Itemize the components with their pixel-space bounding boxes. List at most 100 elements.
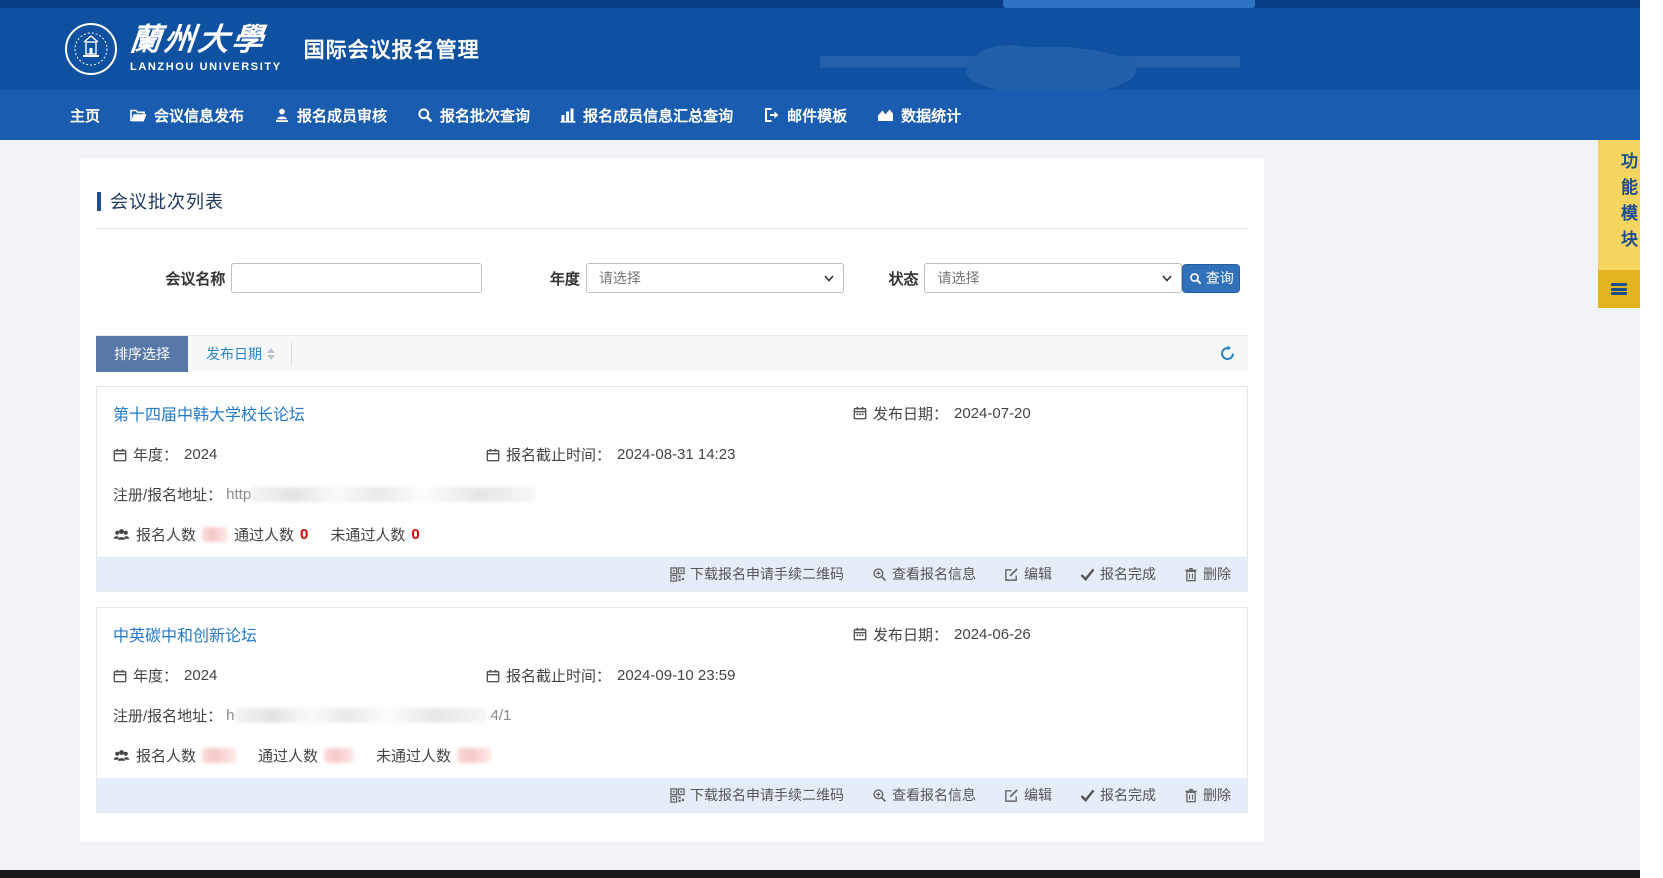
university-name-cn: 蘭州大學 [128,25,283,56]
section-title-row: 会议批次列表 [96,158,1248,228]
nav-item-home[interactable]: 主页 [70,105,100,126]
nav-item-batch-query[interactable]: 报名批次查询 [417,105,530,126]
action-registration-complete[interactable]: 报名完成 [1080,785,1156,805]
conference-title-link[interactable]: 中英碳中和创新论坛 [113,622,853,646]
applied-count-label: 报名人数 [136,524,196,545]
calendar-icon [113,448,127,462]
query-button[interactable]: 查询 [1182,264,1240,293]
bar-chart-icon [560,107,576,123]
action-label: 编辑 [1024,564,1052,584]
calendar-icon [486,448,500,462]
publish-date-value: 2024-07-20 [954,405,1031,422]
app-page: 蘭州大學 LANZHOU UNIVERSITY 国际会议报名管理 主页 会议信息… [0,0,1640,878]
redacted-failed-count [457,748,491,763]
action-delete[interactable]: 删除 [1184,785,1231,805]
nav-item-email-template[interactable]: 邮件模板 [763,105,847,126]
registration-url-prefix: h [226,707,234,724]
conference-list-panel: 会议批次列表 会议名称 年度 请选择 [80,158,1264,842]
qrcode-icon [670,788,685,803]
title-accent-bar [97,192,101,211]
redacted-url [251,487,536,502]
action-delete[interactable]: 删除 [1184,564,1231,584]
nav-item-label: 报名批次查询 [440,105,530,126]
registration-url-row: 注册/报名地址： http [113,484,1231,505]
calendar-icon [853,627,867,641]
card-action-bar: 下载报名申请手续二维码 查看报名信息 [97,778,1247,812]
action-download-qrcode[interactable]: 下载报名申请手续二维码 [670,785,844,805]
passed-count-label: 通过人数 [258,745,318,766]
nav-item-conference-publish[interactable]: 会议信息发布 [130,105,244,126]
conference-name-input[interactable] [231,263,482,293]
bottom-strip [0,870,1640,878]
nav-item-statistics[interactable]: 数据统计 [877,105,961,126]
top-strip-highlight [1003,0,1255,8]
redacted-applied-count [202,748,236,763]
area-chart-icon [877,107,894,123]
qrcode-icon [670,567,685,582]
action-label: 报名完成 [1100,564,1156,584]
year-select[interactable]: 请选择 [586,263,844,293]
registration-url-prefix: http [226,486,251,503]
university-logo: 蘭州大學 LANZHOU UNIVERSITY [64,22,282,76]
registration-url-row: 注册/报名地址： h 4/1 [113,705,1231,726]
action-edit[interactable]: 编辑 [1004,785,1052,805]
page-title: 国际会议报名管理 [304,34,480,64]
year-field: 年度： 2024 [113,665,486,686]
sort-arrows-icon [267,348,275,360]
nav-item-label: 会议信息发布 [154,105,244,126]
function-module-label: 功能模块 [1598,140,1640,270]
function-module-toggle[interactable] [1598,270,1640,308]
users-icon [113,527,130,542]
refresh-button[interactable] [1219,345,1236,362]
passed-count-label: 通过人数 [234,524,294,545]
app-header: 蘭州大學 LANZHOU UNIVERSITY 国际会议报名管理 [0,8,1640,90]
screenshot-root: 蘭州大學 LANZHOU UNIVERSITY 国际会议报名管理 主页 会议信息… [0,0,1663,878]
action-edit[interactable]: 编辑 [1004,564,1052,584]
edit-icon [1004,788,1019,803]
redacted-applied-count [202,527,228,542]
divider [291,342,292,366]
deadline-field: 报名截止时间：2024-08-31 14:23 [486,444,735,465]
nav-item-member-review[interactable]: 报名成员审核 [274,105,387,126]
action-view-registration-info[interactable]: 查看报名信息 [872,785,976,805]
action-registration-complete[interactable]: 报名完成 [1080,564,1156,584]
sort-bar: 排序选择 发布日期 [96,335,1248,371]
user-icon [274,107,290,123]
calendar-icon [486,669,500,683]
search-plus-icon [872,788,887,803]
card-action-bar: 下载报名申请手续二维码 查看报名信息 [97,557,1247,591]
conference-card: 中英碳中和创新论坛 发布日期：2024-06-26 [96,607,1248,813]
registration-url-label: 注册/报名地址： [113,484,222,505]
sort-by-publish-date[interactable]: 发布日期 [206,344,275,364]
sort-field-label: 发布日期 [206,344,262,364]
export-icon [763,107,780,123]
conference-title-link[interactable]: 第十四届中韩大学校长论坛 [113,401,853,425]
action-download-qrcode[interactable]: 下载报名申请手续二维码 [670,564,844,584]
action-view-registration-info[interactable]: 查看报名信息 [872,564,976,584]
year-field-label: 年度： [133,665,178,686]
search-icon [1189,272,1202,285]
stats-row: 报名人数 通过人数0 未通过人数0 [113,524,1231,545]
function-module-drawer[interactable]: 功能模块 [1598,140,1640,308]
sort-tab-label: 排序选择 [96,336,188,372]
year-field-value: 2024 [184,667,217,684]
failed-count-label: 未通过人数 [376,745,451,766]
trash-icon [1184,567,1198,582]
year-field-label: 年度： [133,444,178,465]
failed-count-value: 0 [411,526,419,543]
deadline-label: 报名截止时间： [506,665,611,686]
publish-date: 发布日期：2024-06-26 [853,624,1231,645]
calendar-icon [113,669,127,683]
search-icon [417,107,433,123]
nav-item-label: 报名成员审核 [297,105,387,126]
publish-date-label: 发布日期： [873,403,948,424]
divider [96,228,1248,229]
users-icon [113,748,130,763]
header-watermark [820,14,1240,90]
nav-item-label: 报名成员信息汇总查询 [583,105,733,126]
action-label: 下载报名申请手续二维码 [690,785,844,805]
status-select[interactable]: 请选择 [924,263,1182,293]
redacted-passed-count [324,748,354,763]
nav-item-member-summary-query[interactable]: 报名成员信息汇总查询 [560,105,733,126]
publish-date-label: 发布日期： [873,624,948,645]
